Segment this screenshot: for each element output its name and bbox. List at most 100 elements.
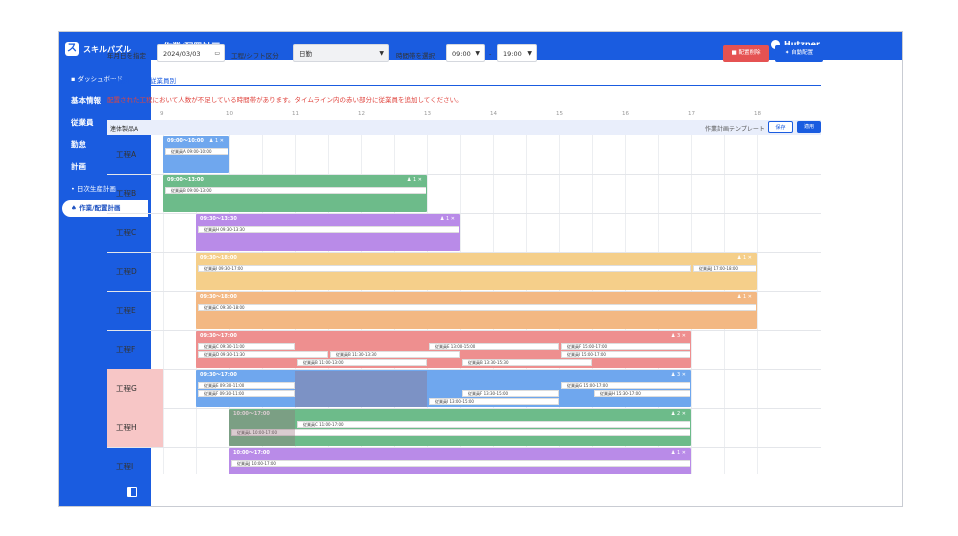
staff-chip[interactable]: 従業員C 09:30-18:00	[198, 304, 756, 311]
schedule-bar[interactable]: 09:30〜13:30 ♟ 1 ✕ 従業員H 09:30-13:30	[196, 214, 460, 251]
chevron-down-icon: ▼	[475, 50, 480, 57]
schedule-bar[interactable]: 09:30〜18:00 ♟ 1 ✕ 従業員C 09:30-18:00	[196, 292, 757, 329]
shift-value: 日勤	[299, 50, 312, 58]
tab-by-part[interactable]: 品番別	[110, 75, 130, 87]
hour-tick: 12	[358, 111, 365, 117]
headcount-value: 1	[743, 255, 747, 261]
staff-chip[interactable]: 従業員C 09:30-11:00	[198, 343, 295, 350]
staff-chip[interactable]: 従業員F 15:00-17:00	[561, 343, 690, 350]
close-icon[interactable]: ✕	[220, 138, 224, 144]
bar-headcount[interactable]: ♟ 1 ✕	[407, 176, 422, 185]
process-row: 工程F 09:30〜17:00 ♟ 3 ✕ 従業員C 09:30-11:00 従業員E …	[107, 330, 821, 370]
staff-chip[interactable]: 従業員H 15:30-17:00	[594, 390, 690, 397]
close-icon[interactable]: ✕	[682, 333, 686, 339]
hour-tick: 18	[754, 111, 761, 117]
hour-tick: 14	[490, 111, 497, 117]
staff-chip[interactable]: 従業員E 13:00-15:00	[429, 343, 559, 350]
bar-headcount[interactable]: ♟ 2 ✕	[671, 410, 686, 419]
schedule-bar[interactable]: 10:00〜17:00 ♟ 1 ✕ 従業員J 10:00-17:00	[229, 448, 691, 474]
person-icon: ♟	[670, 333, 676, 339]
bar-headcount[interactable]: ♟ 1 ✕	[440, 215, 455, 224]
collapse-sidebar-icon[interactable]	[127, 487, 137, 497]
clear-assignment-button[interactable]: ■ 配置削除	[723, 45, 769, 62]
process-label: 工程G	[107, 369, 163, 408]
time-to-select[interactable]: 19:00 ▼	[497, 44, 537, 62]
date-value: 2024/03/03	[163, 50, 201, 58]
staff-chip[interactable]: 従業員G 15:00-17:00	[561, 382, 690, 389]
time-to-value: 19:00	[503, 50, 522, 58]
staff-chip[interactable]: 従業員E 09:30-11:00	[198, 382, 295, 389]
process-row: 工程C 09:30〜13:30 ♟ 1 ✕ 従業員H 09:30-13:30	[107, 213, 821, 253]
time-from-select[interactable]: 09:00 ▼	[446, 44, 485, 62]
sidebar-item-basic[interactable]: 基本情報	[71, 95, 101, 106]
staff-chip[interactable]: 従業員B 09:00-13:00	[165, 187, 426, 194]
hour-tick: 16	[622, 111, 629, 117]
close-icon[interactable]: ✕	[682, 372, 686, 378]
pin-icon: ♠	[71, 204, 80, 212]
person-icon: ♟	[736, 294, 742, 300]
close-icon[interactable]: ✕	[748, 255, 752, 261]
bar-time-range: 10:00〜17:00	[233, 450, 270, 456]
bar-headcount[interactable]: ♟ 1 ✕	[671, 449, 686, 458]
schedule-bar[interactable]: 09:30〜18:00 ♟ 1 ✕ 従業員I 09:30-17:00 従業員J 17:…	[196, 253, 757, 290]
staff-chip[interactable]: 従業員I 09:30-17:00	[198, 265, 691, 272]
bar-headcount[interactable]: ♟ 1 ✕	[737, 254, 752, 263]
sidebar-item-plan[interactable]: 計画	[71, 161, 86, 172]
logo-icon: ス	[65, 42, 79, 56]
sidebar-item-attendance[interactable]: 勤怠	[71, 139, 86, 150]
staff-chip[interactable]: 従業員F 13:30-15:00	[462, 390, 559, 397]
schedule-bar[interactable]: 09:30〜17:00 ♟ 3 ✕ 従業員C 09:30-11:00 従業員E 13:…	[196, 331, 691, 368]
process-row: 工程E 09:30〜18:00 ♟ 1 ✕ 従業員C 09:30-18:00	[107, 291, 821, 331]
time-separator: -	[489, 50, 492, 58]
process-row: 工程H 10:00〜17:00 ♟ 2 ✕ 従業員C 11:00-17:00 従業員L …	[107, 408, 821, 448]
bar-headcount[interactable]: ♟ 3 ✕	[671, 332, 686, 341]
close-icon[interactable]: ✕	[451, 216, 455, 222]
bar-time-range: 09:30〜18:00	[200, 294, 237, 300]
staff-chip[interactable]: 従業員I 15:00-17:00	[561, 351, 690, 358]
process-label: 工程E	[116, 306, 136, 315]
bar-time-range: 09:30〜17:00	[200, 333, 237, 339]
process-row: 工程A 09:00〜10:00 ♟ 1 ✕ 従業員A 09:00-10:00	[107, 135, 821, 175]
close-icon[interactable]: ✕	[682, 450, 686, 456]
time-label: 時間帯を選択	[396, 52, 435, 60]
save-template-button[interactable]: 保存	[768, 121, 793, 133]
bar-headcount[interactable]: ♟ 1 ✕	[209, 137, 224, 146]
template-label: 作業計画テンプレート	[705, 126, 765, 133]
close-icon[interactable]: ✕	[418, 177, 422, 183]
tab-by-staff[interactable]: 従業員別	[150, 75, 176, 85]
staff-chip[interactable]: 従業員B 13:30-15:30	[462, 359, 592, 366]
apply-template-button[interactable]: 適用	[797, 121, 821, 133]
schedule-bar[interactable]: 09:00〜10:00 ♟ 1 ✕ 従業員A 09:00-10:00	[163, 136, 229, 173]
shift-select[interactable]: 日勤 ▼	[293, 44, 389, 62]
staff-chip[interactable]: 従業員B 11:00-13:00	[297, 359, 427, 366]
bar-headcount[interactable]: ♟ 1 ✕	[737, 293, 752, 302]
bar-headcount[interactable]: ♟ 3 ✕	[671, 371, 686, 380]
staff-chip[interactable]: 従業員B 11:30-13:30	[330, 351, 460, 358]
schedule-bar[interactable]: 09:30〜17:00 ♟ 3 ✕ 従業員E 09:30-11:00 従業員G 15:…	[196, 370, 691, 407]
schedule-bar[interactable]: 09:00〜13:00 ♟ 1 ✕ 従業員B 09:00-13:00	[163, 175, 427, 212]
headcount-value: 3	[677, 372, 681, 378]
hour-tick: 11	[292, 111, 299, 117]
sidebar-item-staff[interactable]: 従業員	[71, 117, 94, 128]
close-icon[interactable]: ✕	[682, 411, 686, 417]
staff-chip[interactable]: 従業員J 17:00-18:00	[693, 265, 756, 272]
staff-chip[interactable]: 従業員D 09:30-11:30	[198, 351, 328, 358]
close-icon[interactable]: ✕	[748, 294, 752, 300]
staff-chip[interactable]: 従業員H 09:30-13:30	[198, 226, 459, 233]
view-tabs: 品番別 従業員別	[107, 73, 821, 87]
schedule-bar[interactable]: 10:00〜17:00 ♟ 2 ✕ 従業員C 11:00-17:00 従業員L 10:…	[229, 409, 691, 446]
bar-time-range: 10:00〜17:00	[233, 411, 270, 417]
auto-assign-button[interactable]: ✦ 自動配置	[775, 45, 823, 62]
staff-chip[interactable]: 従業員F 09:30-11:00	[198, 390, 295, 397]
staff-chip[interactable]: 従業員C 11:00-17:00	[297, 421, 690, 428]
staff-chip[interactable]: 従業員J 10:00-17:00	[231, 460, 690, 467]
person-icon: ♟	[406, 177, 412, 183]
product-name: 連体製品A	[110, 126, 139, 133]
staff-chip[interactable]: 従業員A 09:00-10:00	[165, 148, 228, 155]
person-icon: ♟	[736, 255, 742, 261]
date-input[interactable]: 2024/03/03 ▭	[157, 44, 225, 62]
process-label: 工程C	[116, 228, 137, 237]
staff-chip[interactable]: 従業員L 10:00-17:00	[231, 429, 690, 436]
chevron-down-icon: ▼	[527, 50, 532, 57]
staff-chip[interactable]: 従業員I 13:00-15:00	[429, 398, 559, 405]
